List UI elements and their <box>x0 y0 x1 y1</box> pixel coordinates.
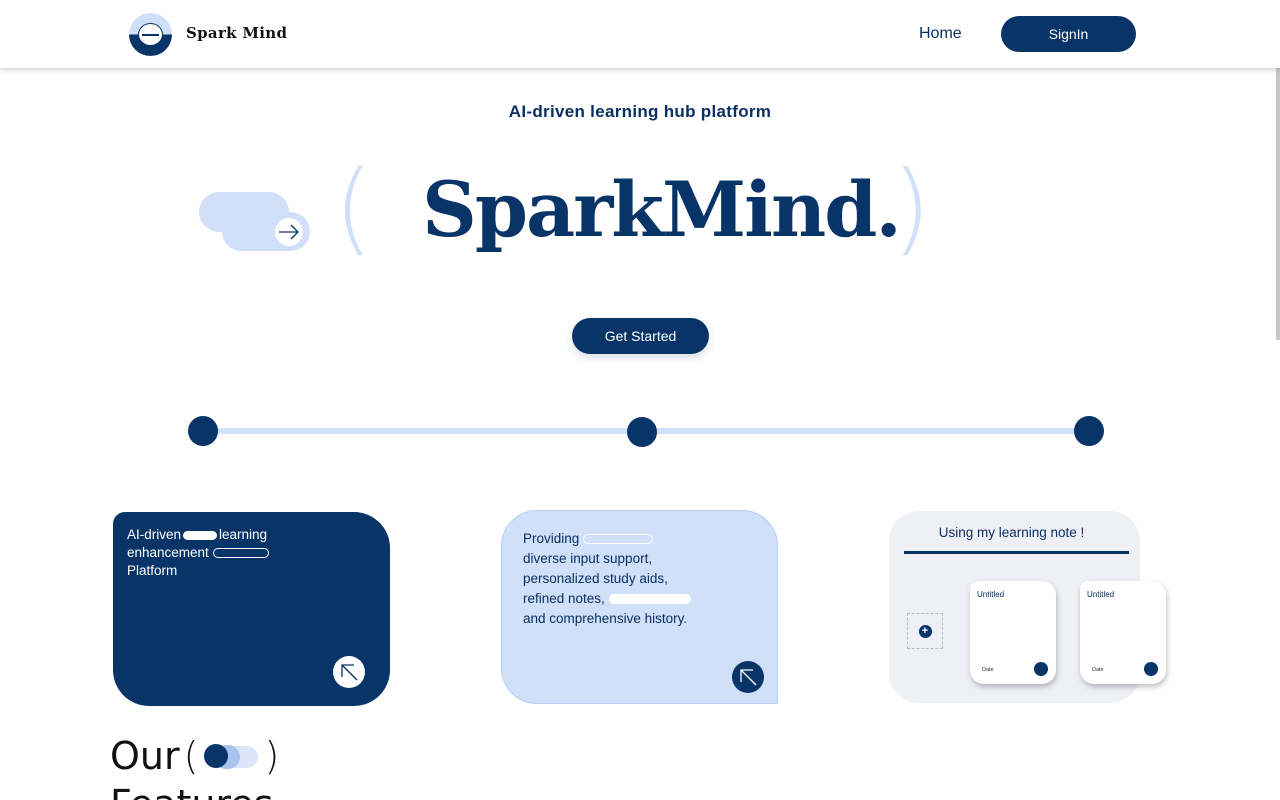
features-word: Our <box>110 734 180 778</box>
note-title: Untitled <box>977 590 1005 599</box>
note-date: Date <box>1092 667 1104 673</box>
card-text-line: Platform <box>127 563 178 578</box>
hero-paren-right: ) <box>892 149 932 266</box>
brand-name[interactable]: Spark Mind <box>186 24 287 42</box>
decorative-pill <box>183 530 218 540</box>
card-text: AI-driven learning enhancement Platform <box>127 526 367 580</box>
note-card[interactable]: Untitled Date <box>1080 581 1166 684</box>
plus-icon: + <box>918 624 932 638</box>
features-word: Features <box>110 780 410 800</box>
note-dot-icon <box>1034 662 1048 676</box>
card-text-line: AI-driven <box>127 527 182 542</box>
features-paren-left: ( <box>183 734 199 778</box>
hero-paren-left: ( <box>334 149 374 266</box>
feature-card-notes: Using my learning note ! + Untitled Date… <box>889 511 1166 703</box>
features-heading: Our ( ) Features <box>110 732 410 800</box>
decorative-pill <box>212 548 269 559</box>
get-started-button[interactable]: Get Started <box>572 318 709 354</box>
feature-card-platform[interactable]: AI-driven learning enhancement Platform <box>113 512 390 706</box>
card-text-line: learning <box>219 527 268 542</box>
feature-card-input[interactable]: Providing diverse input support, persona… <box>501 510 778 704</box>
step-dot <box>627 417 657 447</box>
hero-subtitle: AI-driven learning hub platform <box>508 102 772 121</box>
logo-icon[interactable] <box>129 13 172 56</box>
card-text: Providing diverse input support, persona… <box>523 529 768 629</box>
card-text-line: and comprehensive history. <box>523 611 688 626</box>
arrow-up-left-icon[interactable] <box>732 661 764 693</box>
features-paren-right: ) <box>264 734 280 778</box>
decorative-pill <box>608 594 691 605</box>
signin-button[interactable]: SignIn <box>1001 16 1136 52</box>
hero-title: SparkMind. <box>422 165 902 254</box>
add-note-button[interactable]: + <box>907 613 943 649</box>
step-dot <box>188 416 218 446</box>
card-text-line: personalized study aids, <box>523 571 668 586</box>
divider <box>904 551 1129 554</box>
card-text-line: enhancement <box>127 545 209 560</box>
toggle-icon <box>204 743 259 769</box>
decorative-pill <box>583 534 654 545</box>
card-text-line: diverse input support, <box>523 551 653 566</box>
top-navbar: Spark Mind Home SignIn <box>0 0 1280 68</box>
arrow-up-left-icon[interactable] <box>333 656 365 688</box>
nav-home-link[interactable]: Home <box>919 25 962 43</box>
arrow-right-icon <box>274 217 304 247</box>
note-dot-icon <box>1144 662 1158 676</box>
note-title: Untitled <box>1087 590 1115 599</box>
card-title: Using my learning note ! <box>938 525 1085 540</box>
card-text-line: refined notes, <box>523 591 605 606</box>
step-dot <box>1074 416 1104 446</box>
card-text-line: Providing <box>523 531 580 546</box>
note-card[interactable]: Untitled Date <box>970 581 1056 684</box>
note-date: Date <box>982 667 994 673</box>
